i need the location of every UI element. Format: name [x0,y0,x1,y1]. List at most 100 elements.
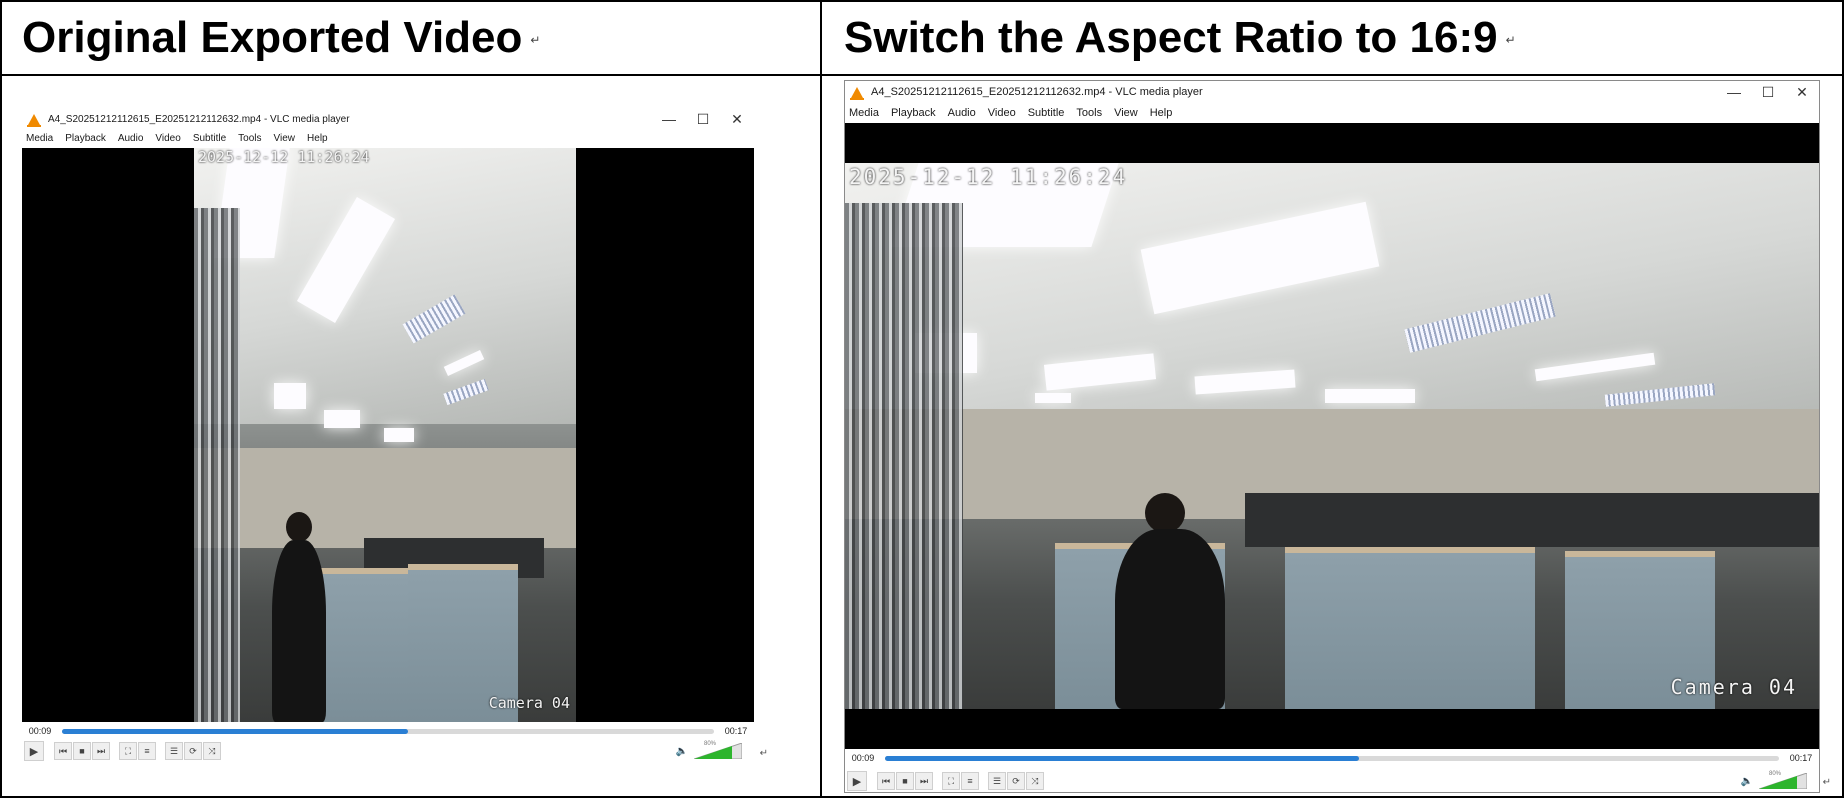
playlist-button[interactable]: ☰ [988,772,1006,790]
playlist-button[interactable]: ☰ [165,742,183,760]
menu-help[interactable]: Help [303,133,336,144]
seek-bar[interactable]: 00:09 00:17 [22,723,754,739]
vlc-cone-icon [850,86,864,100]
ceiling-light [1325,389,1415,403]
vlc-cone-icon [27,113,41,127]
close-button[interactable]: ✕ [1785,82,1819,102]
menu-video[interactable]: Video [984,107,1024,119]
previous-button[interactable]: ⏮ [54,742,72,760]
menu-media[interactable]: Media [845,107,887,119]
elapsed-time: 00:09 [851,753,875,763]
vlc-window-original: A4_S20251212112615_E20251212112632.mp4 -… [22,108,768,764]
ceiling-light [274,383,306,409]
back-wall [194,448,576,548]
right-heading-mark: ↵ [1505,33,1516,48]
extended-settings-button[interactable]: ≡ [138,742,156,760]
menu-playback[interactable]: Playback [61,133,114,144]
shuffle-button[interactable]: ⤨ [203,742,221,760]
cubicle-partition [314,568,410,722]
previous-button[interactable]: ⏮ [877,772,895,790]
progress-track[interactable] [62,728,714,734]
fullscreen-button[interactable]: ⛶ [942,772,960,790]
person [272,540,326,722]
menu-tools[interactable]: Tools [1072,107,1110,119]
volume-percent: 80% [704,741,717,747]
total-time: 00:17 [724,726,748,736]
volume-wedge [694,743,742,759]
menu-audio[interactable]: Audio [114,133,152,144]
menu-playback[interactable]: Playback [887,107,944,119]
shuffle-button[interactable]: ⤨ [1026,772,1044,790]
server-rack [194,208,240,722]
menu-video[interactable]: Video [151,133,188,144]
video-area[interactable]: 2025-12-12 11:26:24 Camera 04 [845,123,1819,749]
next-button[interactable]: ⏭ [915,772,933,790]
title-bar: A4_S20251212112615_E20251212112632.mp4 -… [845,81,1819,103]
volume-wedge [1759,773,1807,789]
stop-button[interactable]: ■ [896,772,914,790]
progress-fill [885,755,1359,761]
menu-view[interactable]: View [1110,107,1146,119]
video-frame: 2025-12-12 11:26:24 Camera 04 [194,148,576,722]
left-heading-text: Original Exported Video [22,13,523,62]
elapsed-time: 00:09 [28,726,52,736]
menu-subtitle[interactable]: Subtitle [1024,107,1073,119]
column-divider [820,0,822,798]
close-button[interactable]: ✕ [720,109,754,129]
cubicle-partition [1285,547,1535,709]
ceiling-light [384,428,414,442]
maximize-button[interactable]: ☐ [1751,82,1785,102]
play-button[interactable]: ▶ [847,771,867,791]
ceiling-light [324,410,360,428]
header-divider [0,74,1844,76]
camera-label: Camera 04 [1670,675,1797,699]
return-mark: ↵ [1822,777,1831,788]
stop-button[interactable]: ■ [73,742,91,760]
total-time: 00:17 [1789,753,1813,763]
loop-button[interactable]: ⟳ [184,742,202,760]
person-head [1145,493,1185,533]
person [1115,529,1225,709]
desk-equipment [1245,493,1819,547]
fullscreen-button[interactable]: ⛶ [119,742,137,760]
return-mark: ↵ [759,748,768,759]
menu-bar: Media Playback Audio Video Subtitle Tool… [22,130,754,147]
play-button[interactable]: ▶ [24,741,44,761]
camera-label: Camera 04 [488,694,570,712]
menu-subtitle[interactable]: Subtitle [189,133,234,144]
minimize-button[interactable]: — [1717,82,1751,102]
person-head [286,512,312,542]
window-title: A4_S20251212112615_E20251212112632.mp4 -… [871,86,1203,98]
playback-controls: ▶ ⏮ ■ ⏭ ⛶ ≡ ☰ ⟳ ⤨ 🔈 80% [845,769,1819,793]
menu-bar: Media Playback Audio Video Subtitle Tool… [845,103,1819,123]
maximize-button[interactable]: ☐ [686,109,720,129]
progress-track[interactable] [885,755,1779,761]
video-area[interactable]: 2025-12-12 11:26:24 Camera 04 [22,148,754,722]
progress-fill [62,728,408,734]
title-bar: A4_S20251212112615_E20251212112632.mp4 -… [22,108,754,130]
playback-controls: ▶ ⏮ ■ ⏭ ⛶ ≡ ☰ ⟳ ⤨ 🔈 80% [22,740,754,762]
window-title: A4_S20251212112615_E20251212112632.mp4 -… [48,113,350,125]
minimize-button[interactable]: — [652,109,686,129]
speaker-icon[interactable]: 🔈 [1741,776,1753,787]
next-button[interactable]: ⏭ [92,742,110,760]
menu-help[interactable]: Help [1146,107,1181,119]
left-heading: Original Exported Video ↵ [22,12,540,66]
ceiling-light [1035,393,1071,403]
right-heading: Switch the Aspect Ratio to 16:9 ↵ [844,12,1516,66]
extended-settings-button[interactable]: ≡ [961,772,979,790]
server-rack [845,203,963,709]
speaker-icon[interactable]: 🔈 [676,746,688,757]
menu-tools[interactable]: Tools [234,133,269,144]
menu-view[interactable]: View [270,133,304,144]
volume-slider[interactable]: 80% [694,741,742,759]
volume-percent: 80% [1769,771,1782,777]
left-heading-mark: ↵ [530,33,541,48]
loop-button[interactable]: ⟳ [1007,772,1025,790]
menu-media[interactable]: Media [22,133,61,144]
timestamp-overlay: 2025-12-12 11:26:24 [198,148,370,166]
volume-slider[interactable]: 80% [1759,771,1807,789]
right-heading-text: Switch the Aspect Ratio to 16:9 [844,13,1498,62]
menu-audio[interactable]: Audio [944,107,984,119]
seek-bar[interactable]: 00:09 00:17 [845,750,1819,766]
